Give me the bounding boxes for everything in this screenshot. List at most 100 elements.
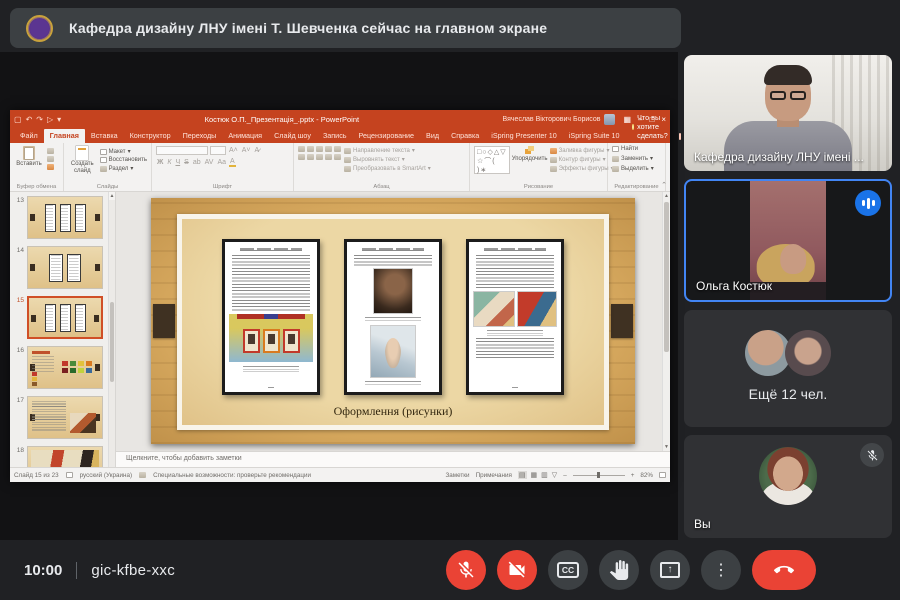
font-size-box[interactable] <box>210 146 226 155</box>
justify-icon[interactable] <box>325 154 332 160</box>
text-shadow-button[interactable]: ab <box>192 159 202 166</box>
char-spacing-button[interactable]: AV <box>204 159 215 166</box>
tab-view[interactable]: Вид <box>420 129 445 143</box>
shape-outline-button[interactable]: Контур фигуры ▾ <box>550 156 614 163</box>
slide-sorter-icon[interactable]: ▦ <box>531 471 538 479</box>
layout-button[interactable]: Макет ▾ <box>100 148 147 155</box>
tellme-box[interactable]: Что вы хотите сделать? <box>626 111 678 143</box>
thumbnail-scrollbar[interactable]: ▲ <box>108 192 115 467</box>
captions-button[interactable]: CC <box>548 550 588 590</box>
comments-icon[interactable] <box>679 133 681 140</box>
reset-button[interactable]: Восстановить <box>100 157 147 163</box>
slide-thumbnail-17[interactable] <box>27 396 103 439</box>
new-slide-button[interactable]: Создать слайд <box>68 146 97 174</box>
paste-button[interactable]: Вставить <box>14 146 44 168</box>
slide-canvas[interactable]: Оформлення (рисунки) ▲ ▼ <box>116 192 670 451</box>
zoom-level[interactable]: 82% <box>640 472 653 479</box>
font-name-box[interactable] <box>156 146 208 155</box>
slideshow-view-icon[interactable]: ▽ <box>552 471 557 479</box>
fit-to-window-icon[interactable] <box>659 472 666 478</box>
section-button[interactable]: Раздел ▾ <box>100 165 147 172</box>
undo-icon[interactable]: ↶ <box>26 115 33 124</box>
tab-design[interactable]: Конструктор <box>124 129 177 143</box>
tab-slideshow[interactable]: Слайд шоу <box>268 129 317 143</box>
align-left-icon[interactable] <box>298 154 305 160</box>
line-spacing-icon[interactable] <box>334 146 341 152</box>
tab-insert[interactable]: Вставка <box>85 129 124 143</box>
tab-transitions[interactable]: Переходы <box>177 129 223 143</box>
text-direction-button[interactable]: Направление текста ▾ <box>344 147 431 154</box>
smartart-button[interactable]: Преобразовать в SmartArt ▾ <box>344 165 431 172</box>
grow-font-icon[interactable]: A˄ <box>228 147 239 154</box>
tab-animations[interactable]: Анимация <box>222 129 268 143</box>
comments-toggle[interactable]: Примечания <box>476 472 512 479</box>
tab-record[interactable]: Запись <box>317 129 353 143</box>
slide-thumbnail-14[interactable] <box>27 246 103 289</box>
shape-effects-button[interactable]: Эффекты фигуры ▾ <box>550 165 614 172</box>
increase-indent-icon[interactable] <box>325 146 332 152</box>
participant-tile-speaking[interactable]: Ольга Костюк <box>684 179 892 302</box>
tab-ispring-presenter[interactable]: iSpring Presenter 10 <box>485 129 563 143</box>
decrease-indent-icon[interactable] <box>316 146 323 152</box>
save-icon[interactable]: ▢ <box>14 115 22 124</box>
mic-button[interactable] <box>446 550 486 590</box>
zoom-in-icon[interactable]: + <box>631 472 635 479</box>
copy-icon[interactable] <box>47 156 54 162</box>
clear-format-icon[interactable]: A̷ <box>254 147 261 154</box>
scroll-up-icon[interactable]: ▲ <box>109 192 115 200</box>
notes-placeholder[interactable]: Щелкните, чтобы добавить заметки <box>116 451 670 467</box>
arrange-button[interactable]: Упорядочить <box>513 146 547 163</box>
slide-thumbnail-16[interactable] <box>27 346 103 389</box>
participant-tile-others[interactable]: Ещё 12 чел. <box>684 310 892 427</box>
reading-view-icon[interactable]: ▥ <box>541 471 548 479</box>
slide-thumbnail-18[interactable] <box>27 446 103 467</box>
strikethrough-button[interactable]: S <box>183 159 190 166</box>
select-button[interactable]: Выделить ▾ <box>612 165 654 172</box>
align-center-icon[interactable] <box>307 154 314 160</box>
scroll-down-icon[interactable]: ▼ <box>663 444 670 450</box>
italic-button[interactable]: К <box>166 159 172 166</box>
underline-button[interactable]: Ч <box>174 159 181 166</box>
format-painter-icon[interactable] <box>47 164 54 170</box>
cut-icon[interactable] <box>47 148 54 154</box>
scroll-up-icon[interactable]: ▲ <box>663 193 670 199</box>
font-color-button[interactable]: A <box>229 158 236 167</box>
shape-fill-button[interactable]: Заливка фигуры ▾ <box>550 147 614 154</box>
language-indicator[interactable]: русский (Украина) <box>80 472 133 479</box>
tab-help[interactable]: Справка <box>445 129 485 143</box>
display-settings-icon[interactable] <box>66 472 73 478</box>
ppt-account[interactable]: Вячеслав Вікторович Борисов <box>503 114 616 125</box>
zoom-slider[interactable] <box>573 475 625 476</box>
slide-thumbnail-15-selected[interactable] <box>27 296 103 339</box>
collapse-ribbon-icon[interactable]: ⌃ <box>661 181 667 189</box>
tab-review[interactable]: Рецензирование <box>353 129 421 143</box>
current-slide[interactable]: Оформлення (рисунки) <box>151 198 635 444</box>
redo-icon[interactable]: ↷ <box>36 115 43 124</box>
replace-button[interactable]: Заменить ▾ <box>612 155 653 162</box>
find-button[interactable]: Найти <box>612 146 638 152</box>
numbering-icon[interactable] <box>307 146 314 152</box>
slideshow-icon[interactable]: ▷ <box>47 115 53 124</box>
shrink-font-icon[interactable]: A˅ <box>241 147 252 154</box>
camera-button[interactable] <box>497 550 537 590</box>
normal-view-icon[interactable]: ▤ <box>518 471 527 479</box>
canvas-scrollbar[interactable]: ▲ ▼ <box>662 192 670 451</box>
change-case-button[interactable]: Aa <box>216 159 227 166</box>
tab-file[interactable]: Файл <box>14 129 44 143</box>
shapes-gallery[interactable]: □○◇△▽☆⌒( )∗ <box>474 146 510 174</box>
bold-button[interactable]: Ж <box>156 159 164 166</box>
participant-tile-you[interactable]: Вы <box>684 435 892 538</box>
more-options-button[interactable]: ⋮ <box>701 550 741 590</box>
raise-hand-button[interactable] <box>599 550 639 590</box>
align-text-button[interactable]: Выровнять текст ▾ <box>344 156 431 163</box>
notes-toggle[interactable]: Заметки <box>445 472 469 479</box>
tab-home[interactable]: Главная <box>44 129 85 143</box>
align-right-icon[interactable] <box>316 154 323 160</box>
tab-ispring-suite[interactable]: iSpring Suite 10 <box>563 129 626 143</box>
accessibility-status[interactable]: Специальные возможности: проверьте реком… <box>153 472 311 479</box>
slide-thumbnail-13[interactable] <box>27 196 103 239</box>
leave-call-button[interactable] <box>752 550 816 590</box>
bullets-icon[interactable] <box>298 146 305 152</box>
columns-icon[interactable] <box>334 154 341 160</box>
present-button[interactable]: ↑ <box>650 550 690 590</box>
